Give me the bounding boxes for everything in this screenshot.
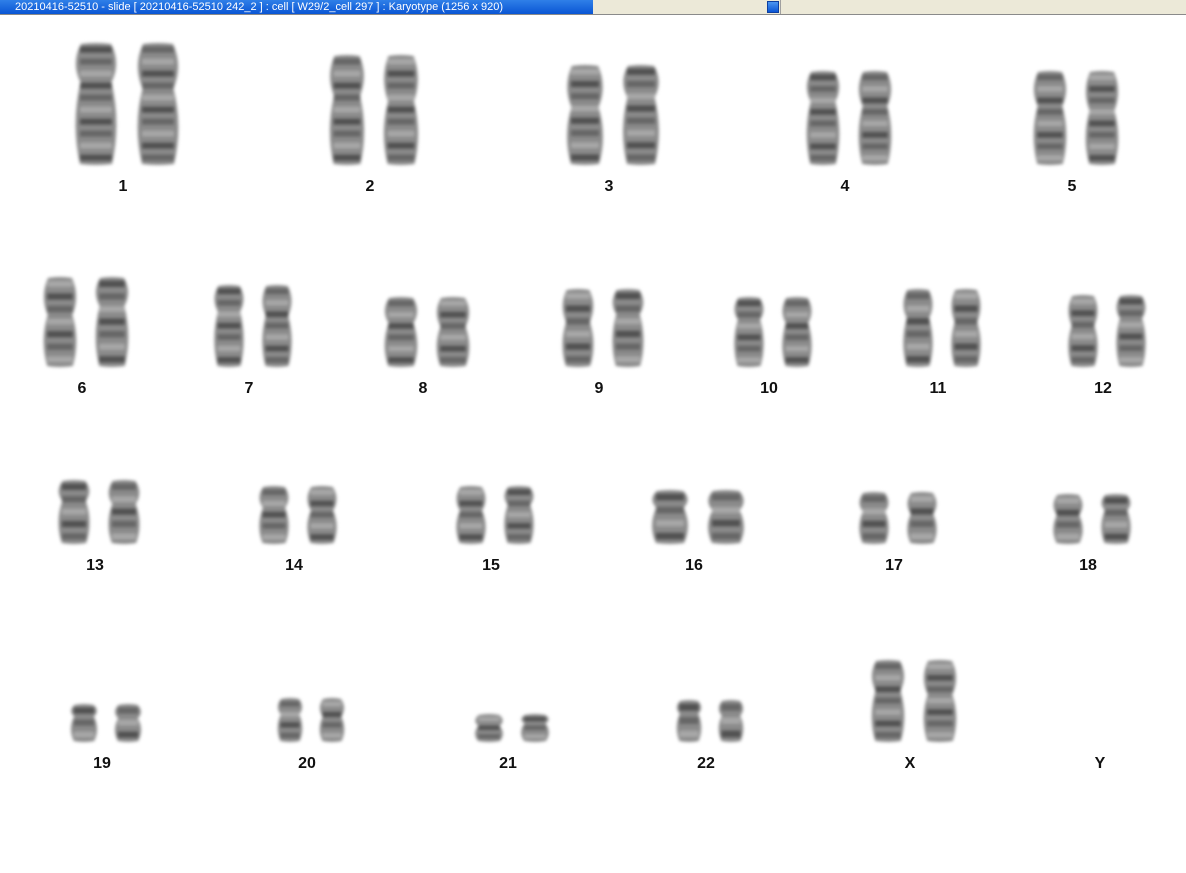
chromosome-pair-image bbox=[852, 489, 944, 547]
chromosome-pair-image bbox=[670, 697, 750, 745]
chromosome-pair-image bbox=[864, 657, 964, 745]
chromosome-label: 19 bbox=[93, 755, 111, 772]
chromosome-label: 7 bbox=[244, 380, 254, 397]
window-title[interactable]: 20210416-52510 - slide [ 20210416-52510 … bbox=[0, 0, 593, 14]
chromosome-pair-image bbox=[896, 286, 988, 370]
chromosome-label: 20 bbox=[298, 755, 316, 772]
chromosome-label: 21 bbox=[499, 755, 517, 772]
chromosome-label: 15 bbox=[482, 557, 500, 574]
chromosome-label: 17 bbox=[885, 557, 903, 574]
chromosome-label: Y bbox=[1094, 755, 1106, 772]
chromosome-pair-image bbox=[64, 701, 148, 745]
chromosome-pair-image bbox=[207, 282, 299, 370]
chromosome-label: 16 bbox=[685, 557, 703, 574]
chromosome-label: 13 bbox=[86, 557, 104, 574]
chromosome-pair-image bbox=[559, 62, 667, 168]
chromosome-pair-image bbox=[1046, 491, 1138, 547]
chromosome-label: X bbox=[904, 755, 916, 772]
chromosome-label: 5 bbox=[1067, 178, 1077, 195]
title-bar: 20210416-52510 - slide [ 20210416-52510 … bbox=[0, 0, 1186, 15]
chromosome-label: 2 bbox=[365, 178, 375, 195]
chromosome-pair-image bbox=[36, 274, 136, 370]
karyotype-canvas: 1 2 3 4 5 6 7 8 9 10 11 12 13 14 15 16 17 18 19 20 21 22 X Y bbox=[0, 15, 1186, 873]
chromosome-pair-image bbox=[449, 483, 541, 547]
chromosome-pair-image bbox=[468, 711, 556, 745]
chromosome-pair-image bbox=[271, 695, 351, 745]
chromosome-label: 22 bbox=[697, 755, 715, 772]
chromosome-label: 6 bbox=[77, 380, 87, 397]
chromosome-label: 1 bbox=[118, 178, 128, 195]
chromosome-pair-image bbox=[322, 52, 426, 168]
title-bar-divider bbox=[780, 0, 781, 14]
chromosome-pair-image bbox=[727, 294, 819, 370]
chromosome-pair-image bbox=[799, 68, 899, 168]
chromosome-pair-image bbox=[67, 40, 187, 168]
chromosome-label: 14 bbox=[285, 557, 303, 574]
title-bar-handle[interactable] bbox=[767, 1, 779, 13]
chromosome-label: 4 bbox=[840, 178, 850, 195]
chromosome-pair-image bbox=[1061, 292, 1153, 370]
chromosome-label: 10 bbox=[760, 380, 778, 397]
chromosome-pair-image bbox=[555, 286, 651, 370]
chromosome-label: 12 bbox=[1094, 380, 1112, 397]
chromosome-label: 18 bbox=[1079, 557, 1097, 574]
chromosome-pair-image bbox=[644, 487, 752, 547]
chromosome-label: 9 bbox=[594, 380, 604, 397]
chromosome-pair-image bbox=[1026, 68, 1126, 168]
chromosome-pair-image bbox=[377, 294, 477, 370]
chromosome-pair-image bbox=[51, 477, 147, 547]
chromosome-pair-image bbox=[252, 483, 344, 547]
chromosome-label: 8 bbox=[418, 380, 428, 397]
chromosome-label: 3 bbox=[604, 178, 614, 195]
chromosome-label: 11 bbox=[929, 380, 947, 397]
